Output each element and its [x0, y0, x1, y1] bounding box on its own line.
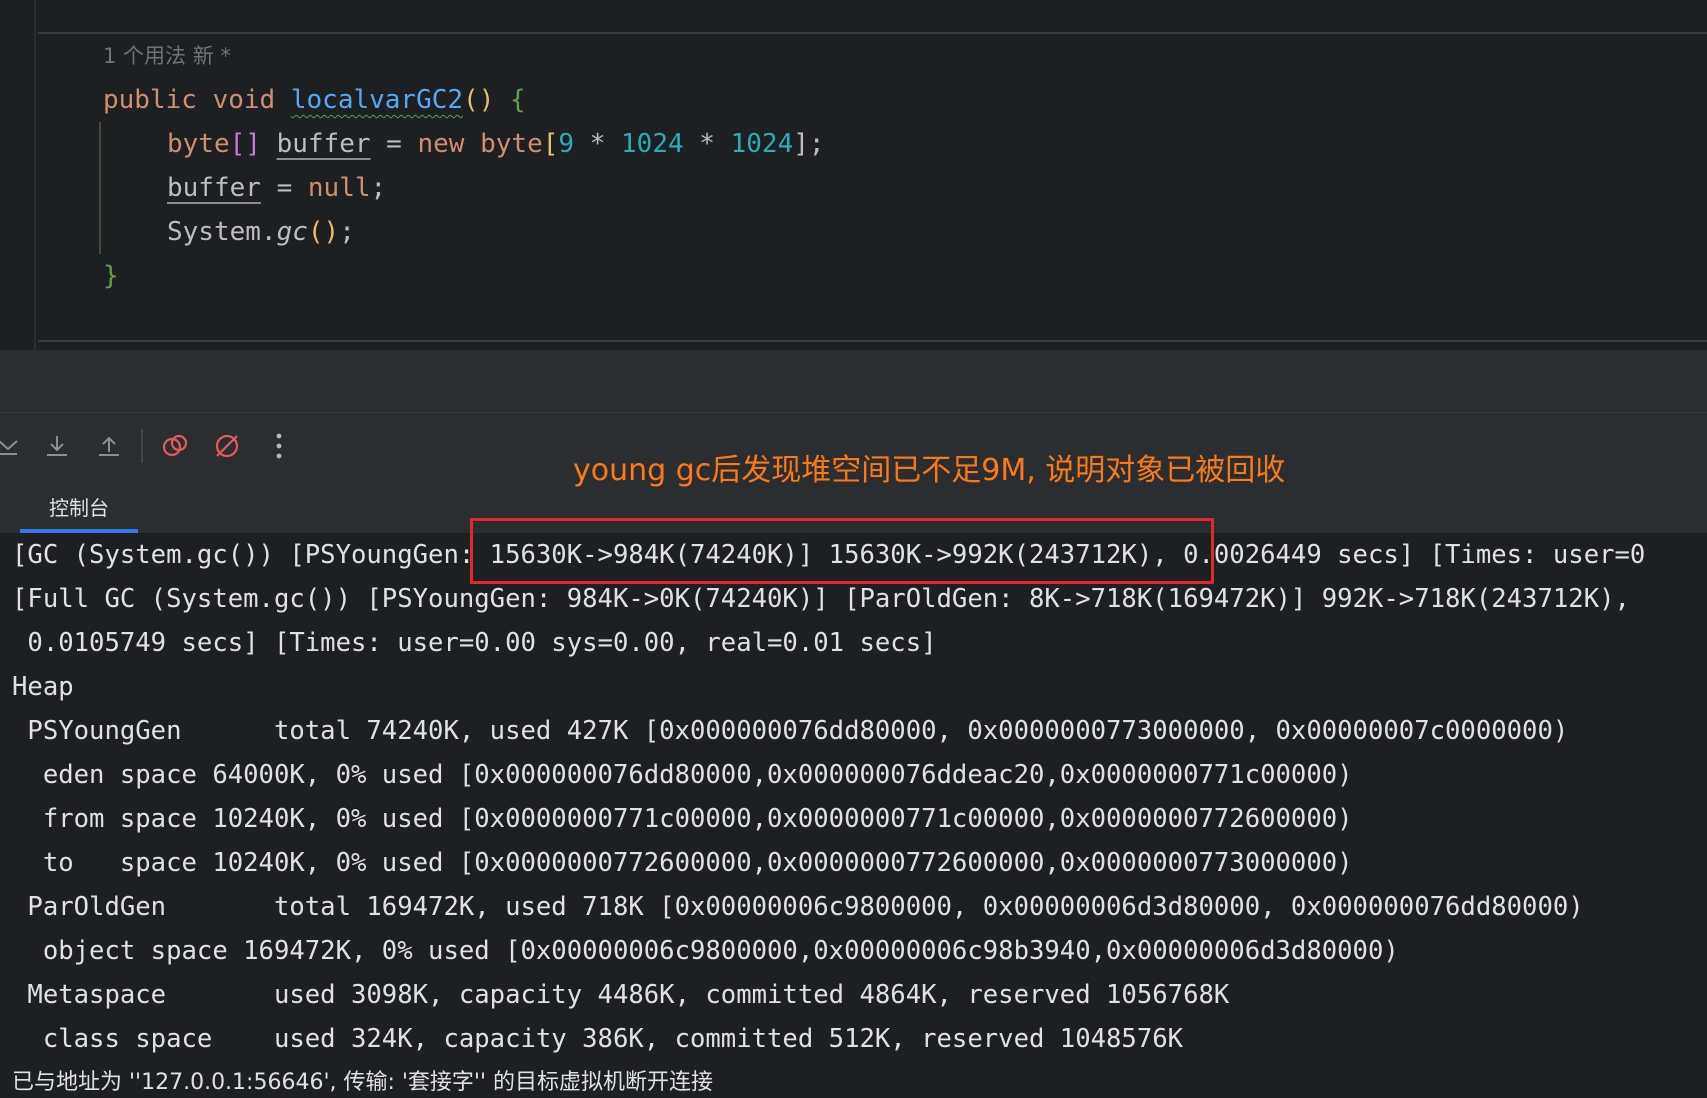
close-bracket: ];	[793, 129, 825, 159]
code-line-5[interactable]: }	[103, 254, 119, 298]
type-byte: byte	[167, 129, 230, 159]
system-object: System.	[167, 217, 277, 247]
console-line-disconnect: 已与地址为 ''127.0.0.1:56646', 传输: '套接字'' 的目标…	[12, 1070, 714, 1095]
keyword-public: public	[103, 85, 197, 115]
gc-parens: ()	[307, 217, 340, 247]
number-1024-a: 1024	[621, 129, 684, 159]
variable-buffer[interactable]: buffer	[277, 129, 371, 159]
semicolon-2: ;	[339, 217, 355, 247]
array-brackets: []	[229, 129, 261, 159]
keyword-new: new	[417, 129, 465, 159]
console-line: class space used 324K, capacity 386K, co…	[12, 1024, 1184, 1054]
method-separator-bottom	[38, 340, 1707, 342]
annotation-text: young gc后发现堆空间已不足9M, 说明对象已被回收	[573, 453, 1286, 488]
scroll-to-end-icon[interactable]	[0, 413, 28, 479]
console-line: from space 10240K, 0% used [0x0000000771…	[12, 804, 1353, 834]
number-9: 9	[558, 129, 575, 159]
type-byte-2: byte	[480, 129, 543, 159]
console-line: Metaspace used 3098K, capacity 4486K, co…	[12, 980, 1230, 1010]
rerun-icon[interactable]	[155, 413, 195, 479]
semicolon: ;	[370, 173, 387, 203]
console-line: PSYoungGen total 74240K, used 427K [0x00…	[12, 716, 1569, 746]
close-brace: }	[103, 261, 119, 291]
console-line: ParOldGen total 169472K, used 718K [0x00…	[12, 892, 1584, 922]
panel-header-bar	[0, 350, 1707, 412]
method-name[interactable]: localvarGC2	[291, 85, 463, 115]
multiply-op-1: *	[589, 129, 606, 159]
highlight-box	[470, 518, 1214, 584]
usage-hint[interactable]: 1 个用法 新 *	[103, 40, 231, 70]
console-line: object space 169472K, 0% used [0x0000000…	[12, 936, 1399, 966]
tab-console[interactable]: 控制台	[20, 479, 138, 533]
code-editor[interactable]: 1 个用法 新 * public void localvarGC2() { by…	[0, 0, 1707, 350]
variable-buffer-2[interactable]: buffer	[167, 173, 261, 203]
console-line: Heap	[12, 672, 74, 702]
code-line-3[interactable]: buffer = null;	[167, 166, 386, 210]
number-1024-b: 1024	[730, 129, 794, 159]
method-separator-top	[38, 32, 1707, 34]
keyword-null: null	[307, 173, 371, 203]
console-line: eden space 64000K, 0% used [0x000000076d…	[12, 760, 1353, 790]
gutter-divider	[34, 0, 36, 350]
clear-icon[interactable]	[207, 413, 247, 479]
console-output[interactable]: [GC (System.gc()) [PSYoungGen: 15630K->9…	[0, 533, 1707, 1098]
code-line-4[interactable]: System.gc();	[167, 210, 355, 254]
assign-op-2: =	[276, 173, 293, 203]
open-brace: {	[510, 85, 526, 115]
console-line: to space 10240K, 0% used [0x000000077260…	[12, 848, 1353, 878]
multiply-op-2: *	[699, 129, 715, 159]
gc-method[interactable]: gc	[277, 217, 308, 247]
keyword-void: void	[212, 85, 276, 115]
indent-guide	[99, 122, 101, 254]
assign-op: =	[386, 129, 402, 159]
code-line-2[interactable]: byte[] buffer = new byte[9 * 1024 * 1024…	[167, 122, 825, 166]
download-icon[interactable]	[37, 413, 77, 479]
method-parens: ()	[463, 85, 495, 115]
open-bracket: [	[542, 129, 559, 159]
console-line: 0.0105749 secs] [Times: user=0.00 sys=0.…	[12, 628, 937, 658]
more-icon[interactable]	[259, 413, 299, 479]
upload-icon[interactable]	[89, 413, 129, 479]
toolbar-separator	[141, 429, 143, 463]
code-line-1[interactable]: public void localvarGC2() {	[103, 78, 526, 122]
